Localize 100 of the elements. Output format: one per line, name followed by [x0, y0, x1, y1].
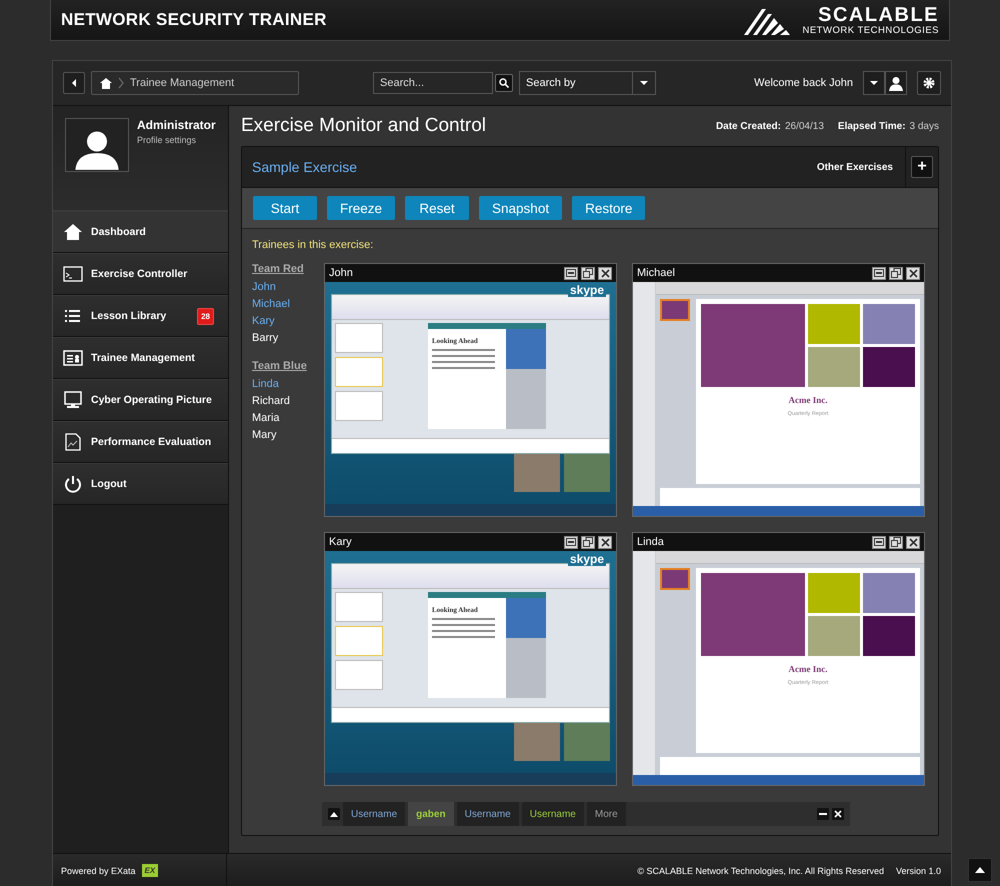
user-menu-button[interactable] [863, 71, 885, 95]
slide-thumbnail [335, 391, 383, 421]
restore-button[interactable] [581, 536, 595, 548]
close-button[interactable] [906, 266, 920, 280]
search-by-dropdown[interactable]: Search by [519, 71, 656, 95]
screen-icon [566, 538, 576, 546]
screen-button[interactable] [872, 536, 886, 548]
search-field[interactable]: Search... [373, 72, 493, 94]
sidebar-item[interactable]: Cyber Operating Picture [53, 379, 228, 421]
close-button[interactable] [906, 536, 920, 548]
logo-subtitle: NETWORK TECHNOLOGIES [802, 24, 939, 36]
version-text: Version 1.0 [896, 866, 941, 876]
caret-icon [869, 80, 879, 86]
action-button[interactable]: Restore [572, 196, 646, 220]
team-heading: Team Red [252, 263, 305, 275]
close-button[interactable] [832, 808, 844, 820]
slide-thumbnail [335, 592, 383, 622]
copyright-text: © SCALABLE Network Technologies, Inc. All Rights Reserved [637, 866, 884, 876]
sidebar-item[interactable]: Performance Evaluation [53, 421, 228, 463]
action-button[interactable]: Snapshot [479, 196, 562, 220]
logo-text: skype [568, 283, 606, 297]
chat-tab[interactable]: Username [522, 802, 584, 826]
back-button[interactable] [63, 72, 85, 94]
restore-icon [891, 537, 901, 547]
action-button[interactable]: Reset [405, 196, 470, 220]
close-icon [908, 268, 918, 278]
settings-button[interactable] [917, 71, 941, 95]
restore-button[interactable] [581, 266, 595, 280]
close-icon [834, 810, 842, 818]
search-button[interactable] [495, 74, 513, 92]
bullet-line [432, 636, 495, 638]
sidebar-item[interactable]: Logout [53, 463, 228, 505]
color-tile [863, 304, 915, 344]
sidebar-item[interactable]: Dashboard [53, 211, 228, 253]
expand-button[interactable] [328, 808, 340, 820]
sidebar-item[interactable]: Exercise Controller [53, 253, 228, 295]
trainee-link[interactable]: Mary [252, 429, 312, 441]
welcome-text: Welcome back John [754, 77, 853, 89]
action-button[interactable]: Start [253, 196, 317, 220]
trainee-link[interactable]: Barry [252, 332, 312, 344]
color-tile [808, 304, 860, 344]
monitor-title: Linda [637, 536, 665, 548]
trainee-link[interactable]: John [252, 281, 312, 293]
trainees-label: Trainees in this exercise: [252, 239, 374, 253]
elapsed-time-value: 3 days [910, 120, 939, 132]
monitor-icon [63, 391, 83, 409]
slide-thumbnail [660, 299, 690, 321]
scroll-top-button[interactable] [968, 858, 992, 882]
caret-up-icon [975, 867, 985, 873]
chat-tab[interactable]: gaben [408, 802, 454, 826]
screen-button[interactable] [564, 536, 578, 548]
trainee-link[interactable]: Maria [252, 412, 312, 424]
monitor-title: John [329, 267, 354, 279]
restore-button[interactable] [889, 266, 903, 280]
caret-up-icon [330, 812, 338, 816]
monitor-title: Michael [637, 267, 676, 279]
chat-tab[interactable]: Username [456, 802, 519, 826]
profile-settings-link[interactable]: Profile settings [137, 135, 216, 145]
trainee-link[interactable]: Kary [252, 315, 312, 327]
breadcrumb[interactable]: Trainee Management [91, 71, 299, 95]
home-icon [100, 78, 112, 88]
minimize-button[interactable] [817, 808, 829, 820]
color-tile [863, 616, 915, 656]
slide-thumbnail [335, 660, 383, 690]
chevron-icon [118, 77, 124, 89]
restore-icon [583, 268, 593, 278]
restore-icon [891, 268, 901, 278]
sidebar-item[interactable]: Trainee Management [53, 337, 228, 379]
slide-thumbnail [335, 626, 383, 656]
other-exercises-link[interactable]: Other Exercises [816, 162, 893, 172]
bullet-line [432, 355, 495, 357]
video-placeholder [564, 723, 610, 761]
screen-button[interactable] [872, 266, 886, 280]
trainee-link[interactable]: Richard [252, 395, 312, 407]
logo-text: skype [568, 552, 606, 566]
restore-button[interactable] [889, 536, 903, 548]
date-created-value: 26/04/13 [784, 120, 824, 132]
trainee-link[interactable]: Michael [252, 298, 312, 310]
screen-button[interactable] [564, 266, 578, 280]
chat-tab[interactable]: Username [343, 802, 406, 826]
trainee-link[interactable]: Linda [252, 378, 312, 390]
user-button[interactable] [885, 71, 907, 95]
bullet-line [432, 630, 495, 632]
screen-icon [874, 538, 884, 546]
add-button[interactable]: + [911, 156, 933, 178]
chat-tab[interactable]: More [586, 802, 626, 826]
close-icon [600, 538, 610, 546]
list-icon [63, 307, 83, 325]
slide-thumbnail [335, 357, 383, 387]
video-placeholder [564, 454, 610, 492]
color-tile [808, 573, 860, 613]
team-heading: Team Blue [252, 360, 308, 372]
action-button[interactable]: Freeze [327, 196, 396, 220]
color-tile [808, 616, 860, 656]
breadcrumb-label: Trainee Management [130, 77, 234, 89]
sidebar-item[interactable]: Lesson Library 28 [53, 295, 228, 337]
close-button[interactable] [598, 536, 612, 548]
close-button[interactable] [598, 266, 612, 280]
profile-name: Administrator [137, 118, 216, 132]
chart-icon [63, 433, 83, 451]
